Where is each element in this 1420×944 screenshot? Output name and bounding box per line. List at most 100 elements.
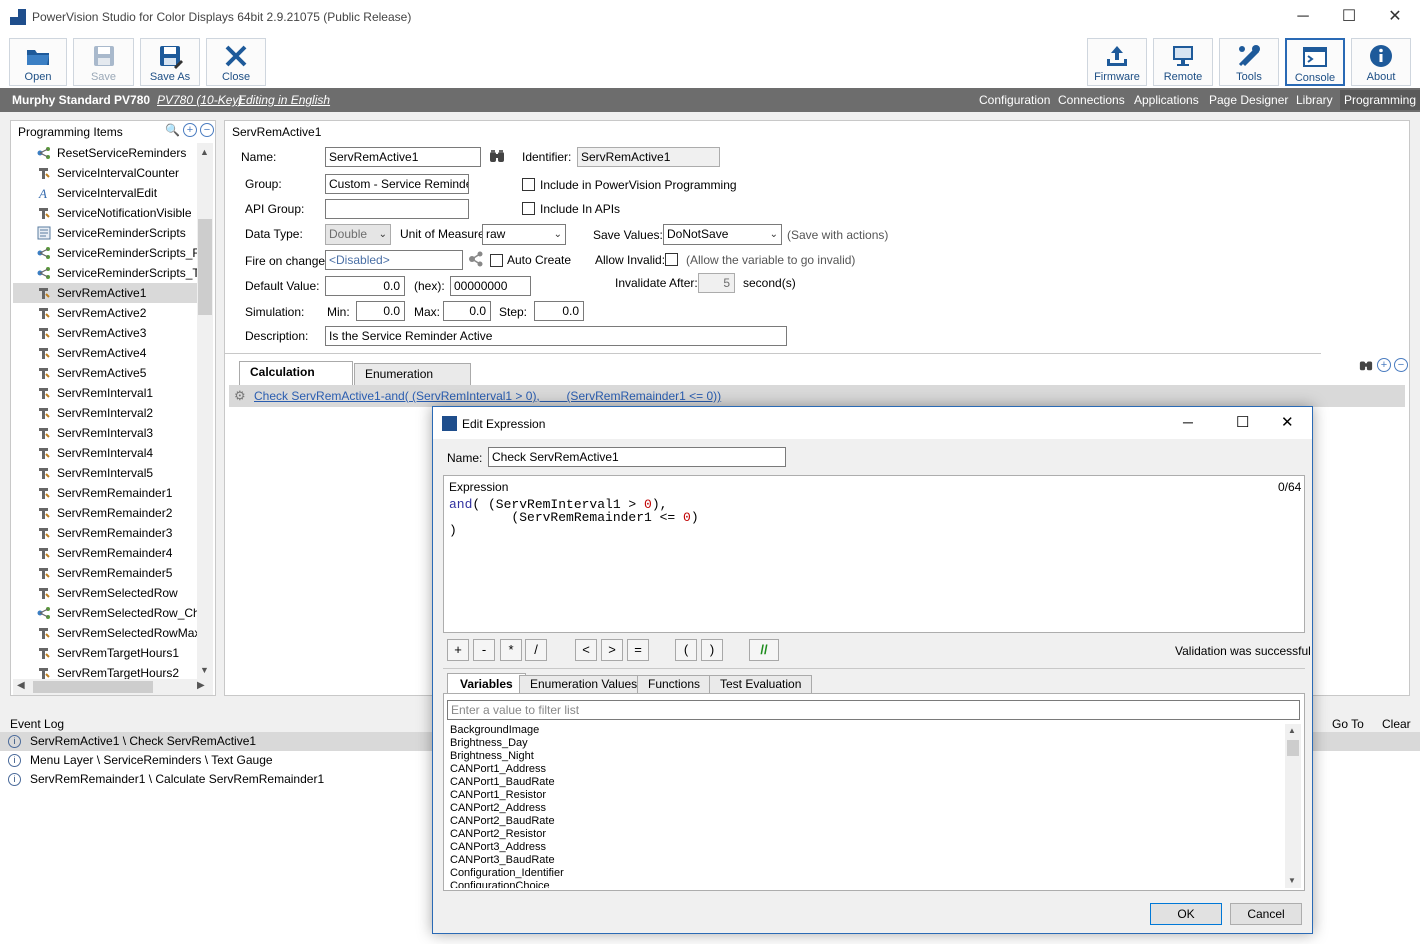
variable-filter-input[interactable]: Enter a value to filter list — [447, 700, 1300, 720]
firmware-button[interactable]: Firmware — [1087, 38, 1147, 86]
tab-variables[interactable]: Variables — [447, 673, 526, 695]
include-pv-checkbox[interactable] — [522, 178, 535, 191]
variable-list-item[interactable]: CANPort3_Address — [444, 841, 1284, 854]
calc-event-link[interactable]: Check ServRemActive1-and( (ServRemInterv… — [254, 389, 721, 403]
tree-item[interactable]: ServRemActive4 — [13, 343, 197, 363]
tab-enumeration-values[interactable]: Enumeration Values — [354, 363, 471, 401]
variable-list-item[interactable]: CANPort1_BaudRate — [444, 776, 1284, 789]
save-button[interactable]: Save — [73, 38, 134, 86]
variable-list-item[interactable]: Brightness_Night — [444, 750, 1284, 763]
tab-test-evaluation[interactable]: Test Evaluation — [709, 675, 813, 693]
dialog-close-button[interactable]: ✕ — [1281, 413, 1294, 431]
tree-item[interactable]: ServiceReminderScripts — [13, 223, 197, 243]
op-open-paren-button[interactable]: ( — [675, 639, 697, 661]
tree-item[interactable]: ServRemSelectedRowMax — [13, 623, 197, 643]
tree-item[interactable]: ServRemActive2 — [13, 303, 197, 323]
nav-library[interactable]: Library — [1296, 93, 1333, 107]
variable-list-item[interactable]: CANPort1_Address — [444, 763, 1284, 776]
scroll-up-icon[interactable]: ▲ — [1288, 726, 1296, 735]
nav-configuration[interactable]: Configuration — [979, 93, 1050, 107]
about-button[interactable]: About — [1351, 38, 1411, 86]
include-api-checkbox[interactable] — [522, 202, 535, 215]
variable-list-item[interactable]: CANPort2_Address — [444, 802, 1284, 815]
calc-event-row[interactable]: ⚙ Check ServRemActive1-and( (ServRemInte… — [229, 385, 1405, 407]
default-value-field[interactable]: 0.0 — [325, 276, 405, 296]
hex-field[interactable]: 00000000 — [450, 276, 531, 296]
hscroll-thumb[interactable] — [33, 681, 153, 693]
scroll-down-icon[interactable]: ▼ — [1288, 876, 1296, 885]
script-link-icon[interactable] — [468, 251, 485, 268]
name-field[interactable]: ServRemActive1 — [325, 147, 481, 167]
collapse-all-icon[interactable]: − — [200, 123, 214, 137]
tree-item[interactable]: ServRemRemainder3 — [13, 523, 197, 543]
expand-all-icon[interactable]: + — [1377, 358, 1391, 372]
tree-item[interactable]: A ServiceIntervalEdit — [13, 183, 197, 203]
tree-item[interactable]: ServRemRemainder4 — [13, 543, 197, 563]
collapse-all-icon[interactable]: − — [1394, 358, 1408, 372]
maximize-button[interactable]: ☐ — [1326, 0, 1372, 34]
scroll-thumb[interactable] — [1287, 740, 1299, 756]
binoculars-icon[interactable] — [489, 148, 505, 164]
nav-connections[interactable]: Connections — [1058, 93, 1125, 107]
op-greater-button[interactable]: > — [601, 639, 623, 661]
expression-editor[interactable]: Expression 0/64 and( (ServRemInterval1 >… — [443, 475, 1305, 633]
save-as-button[interactable]: Save As — [140, 38, 200, 86]
op-close-paren-button[interactable]: ) — [701, 639, 723, 661]
tree-horizontal-scrollbar[interactable]: ◀ ▶ — [13, 679, 213, 695]
tree-vertical-scrollbar[interactable]: ▲ ▼ — [197, 143, 213, 679]
save-values-select[interactable]: DoNotSave ⌄ — [663, 224, 782, 245]
tree-item[interactable]: ServiceIntervalCounter — [13, 163, 197, 183]
close-window-button[interactable]: ✕ — [1372, 0, 1418, 34]
variable-list-item[interactable]: Brightness_Day — [444, 737, 1284, 750]
goto-button[interactable]: Go To — [1332, 717, 1364, 731]
scroll-up-icon[interactable]: ▲ — [200, 147, 209, 157]
tree-item[interactable]: ServiceReminderScripts_From — [13, 243, 197, 263]
search-icon[interactable]: 🔍 — [165, 123, 180, 137]
expr-name-field[interactable]: Check ServRemActive1 — [488, 447, 786, 467]
open-button[interactable]: Open — [9, 38, 67, 86]
description-field[interactable]: Is the Service Reminder Active — [325, 326, 787, 346]
ok-button[interactable]: OK — [1150, 903, 1222, 925]
tree-item[interactable]: ServRemTargetHours1 — [13, 643, 197, 663]
max-field[interactable]: 0.0 — [443, 301, 491, 321]
nav-applications[interactable]: Applications — [1134, 93, 1199, 107]
project-model-link[interactable]: PV780 (10-Key) — [157, 93, 242, 107]
op-less-button[interactable]: < — [575, 639, 597, 661]
op-multiply-button[interactable]: * — [500, 639, 522, 661]
tree-item[interactable]: ServRemInterval1 — [13, 383, 197, 403]
dialog-maximize-button[interactable]: ☐ — [1236, 413, 1249, 431]
group-field[interactable]: Custom - Service Reminders — [325, 174, 469, 194]
uom-select[interactable]: raw ⌄ — [482, 224, 566, 245]
tree-item[interactable]: ServRemInterval4 — [13, 443, 197, 463]
variable-list-item[interactable]: CANPort2_Resistor — [444, 828, 1284, 841]
tree-item[interactable]: ServRemRemainder2 — [13, 503, 197, 523]
nav-programming[interactable]: Programming — [1340, 90, 1420, 110]
variable-list-scrollbar[interactable]: ▲ ▼ — [1285, 724, 1301, 888]
tree-item[interactable]: ServRemActive3 — [13, 323, 197, 343]
api-group-field[interactable] — [325, 199, 469, 219]
step-field[interactable]: 0.0 — [534, 301, 584, 321]
variable-list-item[interactable]: BackgroundImage — [444, 724, 1284, 737]
cancel-button[interactable]: Cancel — [1230, 903, 1302, 925]
tree-item[interactable]: ServRemInterval3 — [13, 423, 197, 443]
tab-enumeration-values[interactable]: Enumeration Values — [519, 675, 649, 693]
remote-button[interactable]: Remote — [1153, 38, 1213, 86]
tree-item[interactable]: ServRemSelectedRow — [13, 583, 197, 603]
project-language-link[interactable]: Editing in English — [238, 93, 330, 107]
nav-page-designer[interactable]: Page Designer — [1209, 93, 1288, 107]
expand-all-icon[interactable]: + — [183, 123, 197, 137]
op-plus-button[interactable]: + — [447, 639, 469, 661]
variable-list-item[interactable]: CANPort1_Resistor — [444, 789, 1284, 802]
variable-list-item[interactable]: ConfigurationChoice — [444, 880, 1284, 888]
dialog-minimize-button[interactable]: ─ — [1183, 414, 1193, 430]
binoculars-icon[interactable] — [1359, 358, 1373, 375]
close-button[interactable]: Close — [206, 38, 266, 86]
minimize-button[interactable]: ─ — [1280, 0, 1326, 34]
scroll-down-icon[interactable]: ▼ — [200, 665, 209, 675]
tree-item[interactable]: ServRemSelectedRow_Chan — [13, 603, 197, 623]
tree-item[interactable]: ServRemTargetHours2 — [13, 663, 197, 679]
tree-item[interactable]: ServiceReminderScripts_ToK — [13, 263, 197, 283]
scroll-right-icon[interactable]: ▶ — [197, 680, 205, 691]
fire-on-change-field[interactable]: <Disabled> — [325, 250, 463, 270]
tree-item[interactable]: ServRemActive5 — [13, 363, 197, 383]
